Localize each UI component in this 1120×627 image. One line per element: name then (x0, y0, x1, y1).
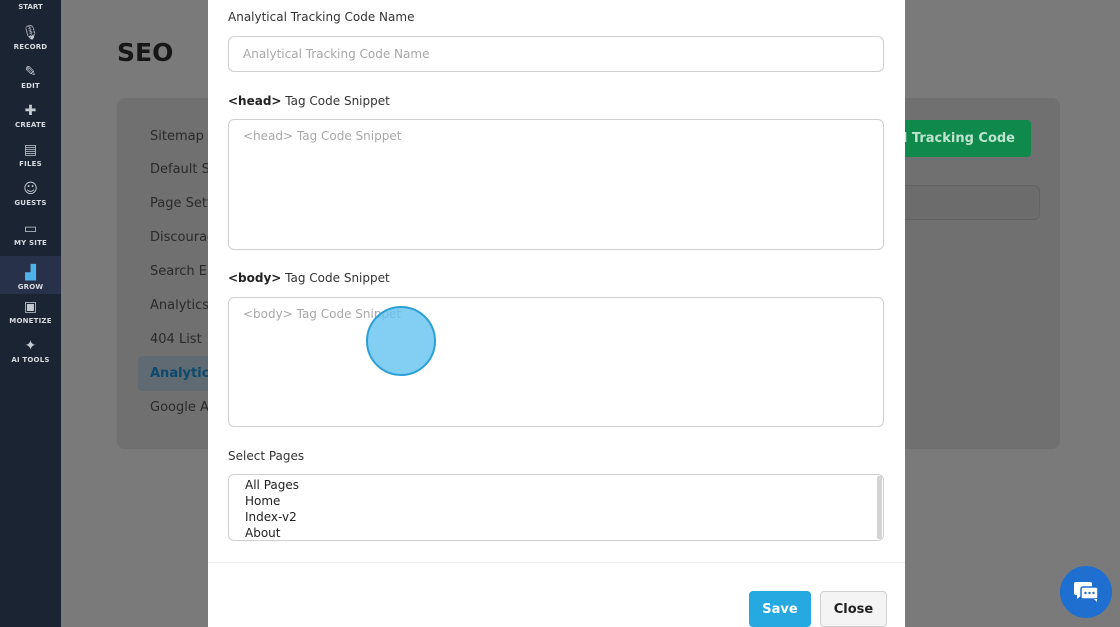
sidebar-item-label: MONETIZE (9, 317, 52, 325)
sidebar-item-label: FILES (19, 160, 42, 168)
create-icon: ✚ (24, 103, 37, 119)
sidebar-item-label: CREATE (15, 121, 46, 129)
chat-icon (1074, 582, 1099, 602)
monetize-icon: ▣ (23, 299, 38, 315)
app-sidebar: START 🎙 RECORD ✎ EDIT ✚ CREATE ▤ FILES ☺… (0, 0, 61, 627)
microphone-icon: 🎙 (21, 25, 40, 41)
menu-item-discourage[interactable]: Discourag (150, 230, 215, 245)
page-option-home[interactable]: Home (229, 493, 883, 509)
sidebar-item-my-site[interactable]: ▭ MY SITE (0, 212, 61, 250)
chat-widget-button[interactable] (1060, 566, 1112, 618)
files-icon: ▤ (23, 142, 38, 158)
menu-item-page-settings[interactable]: Page Setti (150, 196, 216, 211)
edit-icon: ✎ (24, 64, 37, 80)
sidebar-item-guests[interactable]: ☺ GUESTS (0, 172, 61, 210)
head-snippet-label: <head> Tag Code Snippet (228, 94, 390, 108)
modal-footer-divider (208, 562, 905, 563)
sidebar-start-label[interactable]: START (0, 3, 61, 11)
menu-item-search-engines[interactable]: Search En (150, 264, 215, 279)
sidebar-item-label: EDIT (21, 82, 40, 90)
sidebar-item-edit[interactable]: ✎ EDIT (0, 55, 61, 93)
bar-chart-icon: ▟ (25, 265, 36, 281)
page-title: SEO (117, 38, 174, 67)
sidebar-item-grow[interactable]: ▟ GROW (0, 256, 61, 294)
body-snippet-label: <body> Tag Code Snippet (228, 271, 390, 285)
body-snippet-label-tag: <body> (228, 271, 282, 285)
sidebar-item-monetize[interactable]: ▣ MONETIZE (0, 290, 61, 328)
page-option-index-v2[interactable]: Index-v2 (229, 509, 883, 525)
body-snippet-textarea[interactable] (228, 297, 884, 427)
sidebar-item-label: RECORD (13, 43, 48, 51)
tracking-name-input[interactable] (228, 36, 884, 72)
guests-icon: ☺ (23, 181, 38, 197)
sidebar-item-files[interactable]: ▤ FILES (0, 133, 61, 171)
head-snippet-textarea[interactable] (228, 119, 884, 250)
site-icon: ▭ (23, 221, 38, 237)
ai-tools-icon: ✦ (24, 338, 37, 354)
page-option-all-pages[interactable]: All Pages (229, 477, 883, 493)
page-option-about[interactable]: About (229, 525, 883, 540)
close-button[interactable]: Close (820, 591, 887, 627)
select-pages-label: Select Pages (228, 449, 305, 463)
head-snippet-label-tag: <head> (228, 94, 282, 108)
sidebar-item-create[interactable]: ✚ CREATE (0, 94, 61, 132)
save-button[interactable]: Save (749, 591, 811, 627)
sidebar-item-ai-tools[interactable]: ✦ AI TOOLS (0, 329, 61, 367)
sidebar-item-label: GUESTS (14, 199, 47, 207)
click-indicator (366, 306, 436, 376)
sidebar-item-label: MY SITE (13, 239, 48, 247)
sidebar-item-label: AI TOOLS (11, 356, 50, 364)
listbox-scrollbar[interactable] (877, 476, 882, 539)
sidebar-item-record[interactable]: 🎙 RECORD (0, 16, 61, 54)
head-snippet-label-text: Tag Code Snippet (281, 94, 390, 108)
tracking-name-label: Analytical Tracking Code Name (228, 10, 415, 24)
menu-item-404-list[interactable]: 404 List (150, 332, 202, 347)
menu-item-google-ads[interactable]: Google Ad (150, 400, 217, 415)
body-snippet-label-text: Tag Code Snippet (281, 271, 390, 285)
select-pages-listbox[interactable]: All Pages Home Index-v2 About (228, 474, 884, 541)
menu-item-analytics[interactable]: Analytics (150, 298, 209, 313)
